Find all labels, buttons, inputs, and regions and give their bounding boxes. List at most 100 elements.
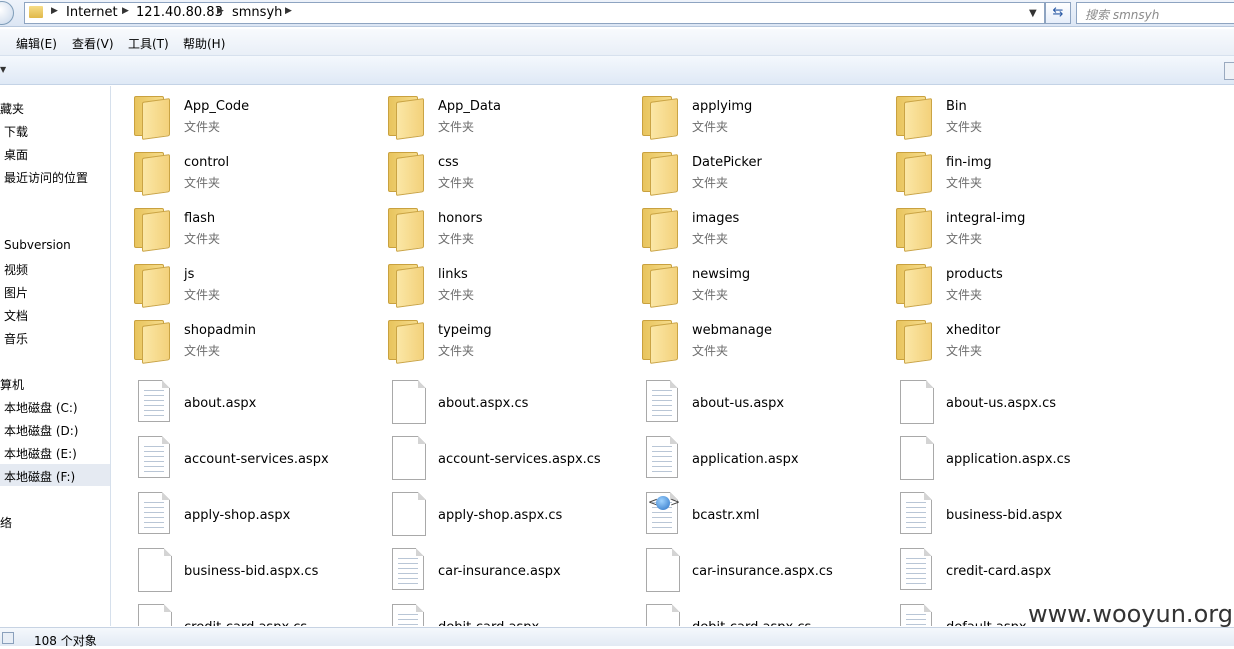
folder-item[interactable]: Bin文件夹 xyxy=(874,90,1124,142)
back-button[interactable] xyxy=(0,1,14,25)
file-name: debit-card.aspx.cs xyxy=(692,620,811,626)
file-name: business-bid.aspx.cs xyxy=(184,564,318,579)
folder-icon xyxy=(894,92,932,136)
status-bar: 108 个对象 xyxy=(0,627,1234,646)
crumb-host[interactable]: 121.40.80.83 xyxy=(136,5,223,20)
search-input[interactable]: 搜索 smnsyh xyxy=(1076,2,1234,24)
file-item[interactable]: about-us.aspx xyxy=(620,378,870,430)
address-bar: ▶ Internet ▶ 121.40.80.83 ▶ smnsyh ▶ ▼ ⇆… xyxy=(0,0,1234,27)
file-item[interactable]: <>bcastr.xml xyxy=(620,490,870,542)
folder-item[interactable]: links文件夹 xyxy=(366,258,616,310)
chevron-right-icon[interactable]: ▶ xyxy=(285,6,292,16)
chevron-right-icon[interactable]: ▶ xyxy=(122,6,129,16)
menu-tools[interactable]: 工具(T) xyxy=(128,35,169,52)
folder-item[interactable]: newsimg文件夹 xyxy=(620,258,870,310)
menu-help[interactable]: 帮助(H) xyxy=(183,35,225,52)
crumb-internet[interactable]: Internet xyxy=(66,5,118,20)
folder-icon xyxy=(640,316,678,360)
menu-edit[interactable]: 编辑(E) xyxy=(16,35,57,52)
file-item[interactable]: about-us.aspx.cs xyxy=(874,378,1124,430)
nav-item-documents[interactable]: 文档 xyxy=(4,307,28,324)
nav-item-videos[interactable]: 视频 xyxy=(4,261,28,278)
chevron-right-icon[interactable]: ▶ xyxy=(51,6,58,16)
file-item[interactable]: debit-card.aspx.cs xyxy=(620,602,870,626)
folder-name: App_Code xyxy=(184,99,249,114)
folder-name: webmanage xyxy=(692,323,772,338)
folder-item[interactable]: products文件夹 xyxy=(874,258,1124,310)
nav-item-desktop[interactable]: 桌面 xyxy=(4,146,28,163)
folder-item[interactable]: css文件夹 xyxy=(366,146,616,198)
nav-network[interactable]: 网络 xyxy=(0,514,12,531)
crumb-folder[interactable]: smnsyh xyxy=(232,5,282,20)
file-name: apply-shop.aspx.cs xyxy=(438,508,562,523)
view-options-button[interactable] xyxy=(1224,62,1234,80)
folder-icon xyxy=(386,148,424,192)
file-item[interactable]: debit-card.aspx xyxy=(366,602,616,626)
file-name: business-bid.aspx xyxy=(946,508,1062,523)
refresh-button[interactable]: ⇆ xyxy=(1045,2,1071,24)
folder-icon xyxy=(132,92,170,136)
nav-item-subversion[interactable]: Subversion xyxy=(4,238,71,252)
folder-item[interactable]: integral-img文件夹 xyxy=(874,202,1124,254)
nav-item-drive-e[interactable]: 本地磁盘 (E:) xyxy=(4,445,77,462)
file-item[interactable]: car-insurance.aspx xyxy=(366,546,616,598)
file-name: default.aspx xyxy=(946,620,1027,626)
file-item[interactable]: apply-shop.aspx xyxy=(112,490,362,542)
file-item[interactable]: about.aspx.cs xyxy=(366,378,616,430)
folder-item[interactable]: control文件夹 xyxy=(112,146,362,198)
file-item[interactable]: business-bid.aspx xyxy=(874,490,1124,542)
nav-computer[interactable]: 计算机 xyxy=(0,376,24,393)
nav-item-music[interactable]: 音乐 xyxy=(4,330,28,347)
folder-item[interactable]: honors文件夹 xyxy=(366,202,616,254)
folder-item[interactable]: flash文件夹 xyxy=(112,202,362,254)
folder-item[interactable]: images文件夹 xyxy=(620,202,870,254)
chevron-down-icon[interactable]: ▼ xyxy=(0,65,6,74)
folder-name: applyimg xyxy=(692,99,752,114)
folder-type: 文件夹 xyxy=(692,286,728,303)
file-name: credit-card.aspx xyxy=(946,564,1051,579)
file-item[interactable]: account-services.aspx.cs xyxy=(366,434,616,486)
watermark: www.wooyun.org xyxy=(1028,600,1233,628)
folder-item[interactable]: typeimg文件夹 xyxy=(366,314,616,366)
nav-favorites[interactable]: 收藏夹 xyxy=(0,100,24,117)
folder-item[interactable]: App_Code文件夹 xyxy=(112,90,362,142)
file-name: about-us.aspx xyxy=(692,396,784,411)
folder-item[interactable]: applyimg文件夹 xyxy=(620,90,870,142)
search-placeholder: 搜索 smnsyh xyxy=(1085,6,1159,23)
nav-item-downloads[interactable]: 下载 xyxy=(4,123,28,140)
address-box[interactable]: ▶ Internet ▶ 121.40.80.83 ▶ smnsyh ▶ ▼ xyxy=(24,2,1045,24)
file-item[interactable]: application.aspx.cs xyxy=(874,434,1124,486)
file-item[interactable]: business-bid.aspx.cs xyxy=(112,546,362,598)
file-item[interactable]: account-services.aspx xyxy=(112,434,362,486)
file-item[interactable]: apply-shop.aspx.cs xyxy=(366,490,616,542)
folder-item[interactable]: webmanage文件夹 xyxy=(620,314,870,366)
nav-item-pictures[interactable]: 图片 xyxy=(4,284,28,301)
file-item[interactable]: car-insurance.aspx.cs xyxy=(620,546,870,598)
nav-item-drive-d[interactable]: 本地磁盘 (D:) xyxy=(4,422,78,439)
chevron-down-icon[interactable]: ▼ xyxy=(1029,8,1037,19)
file-item[interactable]: credit-card.aspx.cs xyxy=(112,602,362,626)
folder-item[interactable]: App_Data文件夹 xyxy=(366,90,616,142)
nav-item-recent[interactable]: 最近访问的位置 xyxy=(4,169,88,186)
file-item[interactable]: about.aspx xyxy=(112,378,362,430)
folder-item[interactable]: js文件夹 xyxy=(112,258,362,310)
lined-doc-icon xyxy=(138,436,170,478)
file-item[interactable]: credit-card.aspx xyxy=(874,546,1124,598)
file-item[interactable]: application.aspx xyxy=(620,434,870,486)
menu-view[interactable]: 查看(V) xyxy=(72,35,114,52)
file-name: bcastr.xml xyxy=(692,508,760,523)
folder-item[interactable]: xheditor文件夹 xyxy=(874,314,1124,366)
folder-item[interactable]: DatePicker文件夹 xyxy=(620,146,870,198)
blank-doc-icon xyxy=(138,604,172,626)
folder-type: 文件夹 xyxy=(692,230,728,247)
folder-name: typeimg xyxy=(438,323,492,338)
lined-doc-icon xyxy=(646,436,678,478)
folder-item[interactable]: fin-img文件夹 xyxy=(874,146,1124,198)
folder-name: DatePicker xyxy=(692,155,762,170)
nav-item-drive-c[interactable]: 本地磁盘 (C:) xyxy=(4,399,78,416)
items-icon xyxy=(2,632,14,644)
folder-item[interactable]: shopadmin文件夹 xyxy=(112,314,362,366)
nav-item-drive-f[interactable]: 本地磁盘 (F:) xyxy=(4,468,75,485)
folder-icon xyxy=(386,260,424,304)
chevron-right-icon[interactable]: ▶ xyxy=(217,6,224,16)
